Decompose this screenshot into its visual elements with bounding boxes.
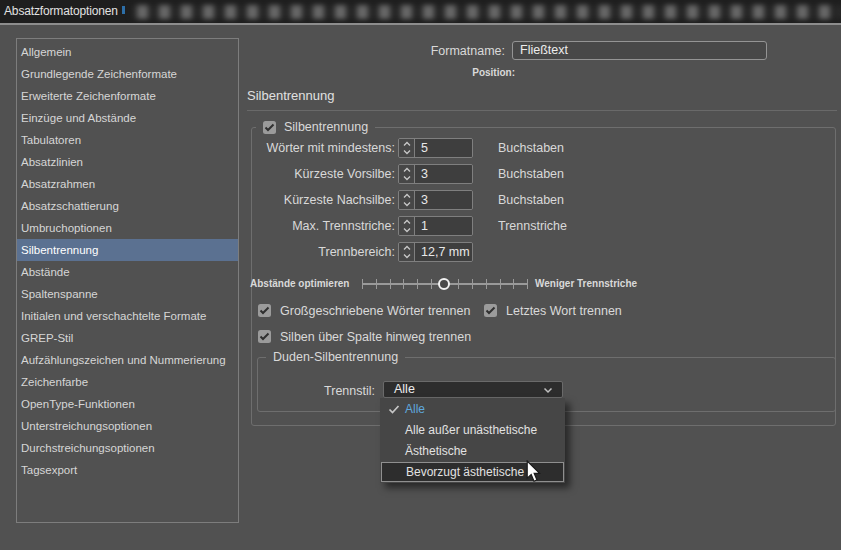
- spinner-arrows-icon[interactable]: [399, 165, 415, 183]
- hyphenation-style-label: Trennstil:: [250, 384, 375, 398]
- words-min-stepper[interactable]: 5: [398, 138, 473, 158]
- sidebar-item-allgemein[interactable]: Allgemein: [17, 41, 238, 63]
- format-name-input[interactable]: Fließtext: [512, 41, 767, 60]
- hyphenation-style-value: Alle: [394, 382, 415, 396]
- dropdown-option-alle-ausser[interactable]: Alle außer unästhetische: [380, 420, 565, 441]
- sidebar-item-abstaende[interactable]: Abstände: [17, 261, 238, 283]
- duden-group-label: Duden-Silbentrennung: [273, 349, 398, 366]
- paragraph-style-options-dialog: Absatzformatoptionen Allgemein Grundlege…: [0, 0, 841, 550]
- sidebar-item-opentype-funktionen[interactable]: OpenType-Funktionen: [17, 393, 238, 415]
- dialog-title-bar[interactable]: Absatzformatoptionen: [0, 0, 841, 23]
- dropdown-option-alle[interactable]: Alle: [380, 399, 565, 420]
- max-hyphens-suffix: Trennstriche: [498, 219, 567, 233]
- sidebar-item-spaltenspanne[interactable]: Spaltenspanne: [17, 283, 238, 305]
- last-word-checkbox[interactable]: [484, 304, 497, 317]
- position-label: Position:: [380, 67, 515, 79]
- max-hyphens-value[interactable]: 1: [415, 217, 472, 235]
- hyphenation-group-label: Silbentrennung: [284, 119, 368, 136]
- hyphenation-zone-label: Trennbereich:: [250, 245, 395, 259]
- spinner-arrows-icon[interactable]: [399, 217, 415, 235]
- titlebar-texture: [131, 5, 841, 19]
- hyphenation-slider[interactable]: [362, 279, 529, 289]
- sidebar-item-erweiterte-zeichenformate[interactable]: Erweiterte Zeichenformate: [17, 85, 238, 107]
- slider-left-label: Abstände optimieren: [250, 278, 349, 290]
- sidebar-item-initialen[interactable]: Initialen und verschachtelte Formate: [17, 305, 238, 327]
- shortest-prefix-value[interactable]: 3: [415, 165, 472, 183]
- words-min-label: Wörter mit mindestens:: [250, 141, 395, 155]
- capitalized-words-label: Großgeschriebene Wörter trennen: [280, 304, 470, 318]
- shortest-prefix-label: Kürzeste Vorsilbe:: [250, 167, 395, 181]
- shortest-suffix-suffix: Buchstaben: [498, 193, 564, 207]
- sidebar-item-tagsexport[interactable]: Tagsexport: [17, 459, 238, 481]
- hyphenation-zone-stepper[interactable]: 12,7 mm: [398, 242, 473, 262]
- titlebar-divider: [0, 23, 841, 25]
- category-list: Allgemein Grundlegende Zeichenformate Er…: [16, 38, 239, 523]
- sidebar-item-zeichenfarbe[interactable]: Zeichenfarbe: [17, 371, 238, 393]
- words-min-value[interactable]: 5: [415, 139, 472, 157]
- section-title: Silbentrennung: [247, 88, 334, 103]
- last-word-label: Letztes Wort trennen: [506, 304, 622, 318]
- sidebar-item-absatzlinien[interactable]: Absatzlinien: [17, 151, 238, 173]
- chevron-down-icon: [543, 387, 553, 394]
- sidebar-item-grundlegende-zeichenformate[interactable]: Grundlegende Zeichenformate: [17, 63, 238, 85]
- shortest-prefix-stepper[interactable]: 3: [398, 164, 473, 184]
- shortest-suffix-stepper[interactable]: 3: [398, 190, 473, 210]
- sidebar-item-tabulatoren[interactable]: Tabulatoren: [17, 129, 238, 151]
- check-icon: [388, 405, 400, 414]
- max-hyphens-label: Max. Trennstriche:: [250, 219, 395, 233]
- sidebar-item-grep-stil[interactable]: GREP-Stil: [17, 327, 238, 349]
- section-divider: [247, 110, 837, 111]
- format-name-label: Formatname:: [330, 44, 505, 58]
- sidebar-item-einzuege-und-abstaende[interactable]: Einzüge und Abstände: [17, 107, 238, 129]
- sidebar-item-absatzschattierung[interactable]: Absatzschattierung: [17, 195, 238, 217]
- spinner-arrows-icon[interactable]: [399, 243, 415, 261]
- duden-group-legend: Duden-Silbentrennung: [266, 349, 405, 366]
- dialog-title: Absatzformatoptionen: [4, 4, 118, 18]
- titlebar-blue-mark: [122, 6, 125, 14]
- words-min-suffix: Buchstaben: [498, 141, 564, 155]
- sidebar-item-umbruchoptionen[interactable]: Umbruchoptionen: [17, 217, 238, 239]
- sidebar-item-silbentrennung[interactable]: Silbentrennung: [17, 239, 238, 261]
- hyphenation-style-select[interactable]: Alle: [383, 381, 563, 398]
- slider-right-label: Weniger Trennstriche: [535, 278, 637, 290]
- shortest-prefix-suffix: Buchstaben: [498, 167, 564, 181]
- sidebar-item-absatzrahmen[interactable]: Absatzrahmen: [17, 173, 238, 195]
- shortest-suffix-label: Kürzeste Nachsilbe:: [250, 193, 395, 207]
- spinner-arrows-icon[interactable]: [399, 191, 415, 209]
- slider-thumb[interactable]: [438, 278, 450, 290]
- hyphenation-zone-value[interactable]: 12,7 mm: [415, 243, 472, 261]
- hyphenation-group-legend: Silbentrennung: [256, 119, 375, 136]
- spinner-arrows-icon[interactable]: [399, 139, 415, 157]
- sidebar-item-aufzaehlungszeichen[interactable]: Aufzählungszeichen und Nummerierung: [17, 349, 238, 371]
- hyphenation-checkbox[interactable]: [263, 121, 276, 134]
- capitalized-words-checkbox[interactable]: [258, 304, 271, 317]
- across-column-label: Silben über Spalte hinweg trennen: [280, 330, 471, 344]
- shortest-suffix-value[interactable]: 3: [415, 191, 472, 209]
- max-hyphens-stepper[interactable]: 1: [398, 216, 473, 236]
- dropdown-option-aesthetische[interactable]: Ästhetische: [380, 441, 565, 462]
- mouse-cursor: [526, 460, 543, 486]
- across-column-checkbox[interactable]: [258, 330, 271, 343]
- sidebar-item-durchstreichungsoptionen[interactable]: Durchstreichungsoptionen: [17, 437, 238, 459]
- sidebar-item-unterstreichungsoptionen[interactable]: Unterstreichungsoptionen: [17, 415, 238, 437]
